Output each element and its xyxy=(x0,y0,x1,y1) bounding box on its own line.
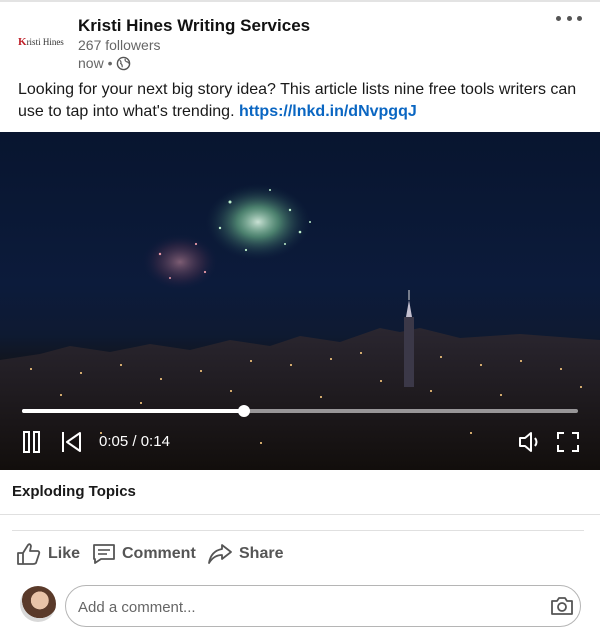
video-frame xyxy=(0,184,600,470)
logo-text: risti Hines xyxy=(26,37,64,47)
share-label: Share xyxy=(239,545,284,562)
actions-divider xyxy=(12,530,584,531)
pause-icon[interactable] xyxy=(22,431,42,458)
camera-icon[interactable] xyxy=(550,596,574,621)
follower-count: 267 followers xyxy=(78,37,161,53)
video-caption[interactable]: Exploding Topics xyxy=(0,470,600,515)
post-body: Looking for your next big story idea? Th… xyxy=(18,79,588,123)
video-progress-fill xyxy=(22,409,245,413)
video-progress-bar[interactable] xyxy=(22,405,578,417)
fullscreen-icon[interactable] xyxy=(557,432,579,457)
time-text: now • xyxy=(78,55,113,71)
video-time: 0:05 / 0:14 xyxy=(99,433,170,450)
thumbs-up-icon xyxy=(17,543,41,565)
comment-label: Comment xyxy=(122,545,196,562)
like-button[interactable]: Like xyxy=(16,541,80,567)
video-player[interactable] xyxy=(0,132,600,470)
skip-back-icon[interactable] xyxy=(61,431,83,458)
post-link[interactable]: https://lnkd.in/dNvpgqJ xyxy=(239,103,417,120)
volume-icon[interactable] xyxy=(518,431,544,458)
comment-icon xyxy=(93,544,115,564)
author-name[interactable]: Kristi Hines Writing Services xyxy=(78,16,310,36)
more-options-icon[interactable] xyxy=(556,10,582,26)
post-timestamp: now • xyxy=(78,55,131,71)
avatar[interactable] xyxy=(20,586,56,622)
current-time: 0:05 xyxy=(99,433,129,450)
comment-input-box[interactable] xyxy=(65,585,581,627)
share-arrow-icon xyxy=(208,544,232,564)
video-caption-text: Exploding Topics xyxy=(12,483,136,500)
time-separator: / xyxy=(128,433,141,450)
top-divider xyxy=(0,0,600,2)
comment-button[interactable]: Comment xyxy=(92,541,196,567)
like-label: Like xyxy=(48,545,81,562)
logo-letter: K xyxy=(18,36,27,48)
share-button[interactable]: Share xyxy=(207,541,283,567)
globe-icon xyxy=(117,56,131,70)
video-duration: 0:14 xyxy=(140,433,170,450)
company-logo[interactable]: Kristi Hines xyxy=(18,34,68,50)
comment-input[interactable] xyxy=(76,594,540,620)
